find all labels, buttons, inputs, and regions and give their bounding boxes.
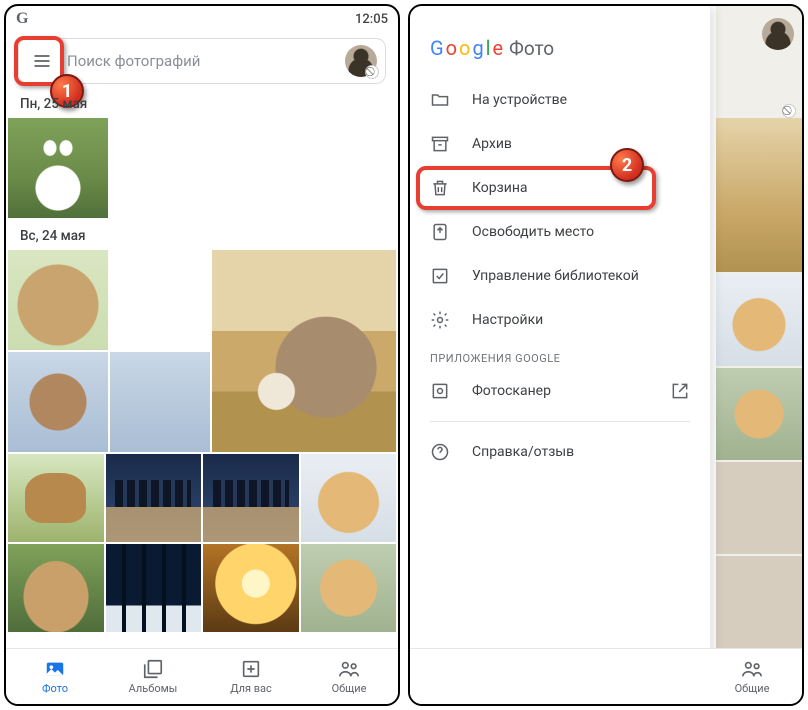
photo-thumbnail[interactable] bbox=[106, 454, 202, 542]
nav-label: Общие bbox=[332, 682, 367, 695]
photo-thumbnail[interactable] bbox=[8, 250, 108, 350]
drawer-item-help[interactable]: Справка/отзыв bbox=[410, 430, 710, 474]
library-icon bbox=[430, 266, 450, 286]
nav-for-you[interactable]: Для вас bbox=[202, 649, 300, 704]
nav-albums[interactable]: Альбомы bbox=[104, 649, 202, 704]
drawer-item-archive[interactable]: Архив bbox=[410, 122, 710, 166]
drawer-brand: Google Фото bbox=[410, 22, 710, 78]
drawer-item-library-management[interactable]: Управление библиотекой bbox=[410, 254, 710, 298]
drawer-item-label: Освободить место bbox=[472, 224, 594, 240]
photo-thumbnail[interactable] bbox=[716, 556, 802, 648]
photo-thumbnail[interactable] bbox=[203, 544, 299, 632]
drawer-item-label: Фотосканер bbox=[472, 383, 551, 399]
callout-badge-2: 2 bbox=[610, 148, 644, 182]
phone-left-main: G 12:05 Поиск фотографий ⃠ 1 Пн, 25 мая … bbox=[4, 4, 400, 706]
nav-label: Альбомы bbox=[129, 682, 178, 695]
date-header: Вс, 24 мая bbox=[6, 218, 398, 250]
sync-off-icon: ⃠ bbox=[365, 65, 379, 79]
drawer-item-label: Архив bbox=[472, 136, 512, 152]
drawer-item-on-device[interactable]: На устройстве bbox=[410, 78, 710, 122]
photo-thumbnail[interactable] bbox=[716, 118, 802, 272]
nav-drawer: Google Фото На устройстве Архив Корзина … bbox=[410, 6, 710, 704]
bottom-nav: Фото Альбомы Для вас Общие bbox=[6, 648, 398, 704]
photo-scroll-area[interactable]: Пн, 25 мая Вс, 24 мая bbox=[6, 86, 398, 648]
folder-icon bbox=[430, 90, 450, 110]
phone-right-drawer: G 12:05 ⃠ Google Фото На устройстве Архи… bbox=[408, 4, 804, 706]
drawer-item-label: Управление библиотекой bbox=[472, 268, 639, 284]
photo-thumbnail[interactable] bbox=[716, 368, 802, 460]
account-avatar-button[interactable]: ⃠ bbox=[762, 18, 794, 116]
nav-shared[interactable]: Общие bbox=[300, 649, 398, 704]
background-peek: ⃠ bbox=[716, 6, 802, 648]
trash-icon bbox=[430, 178, 450, 198]
google-g-icon: G bbox=[16, 10, 28, 28]
avatar-icon bbox=[762, 18, 794, 50]
search-placeholder: Поиск фотографий bbox=[67, 52, 335, 70]
nav-photos[interactable]: Фото bbox=[6, 649, 104, 704]
gear-icon bbox=[430, 310, 450, 330]
external-link-icon bbox=[670, 381, 690, 401]
photo-thumbnail[interactable] bbox=[8, 454, 104, 542]
nav-label: Фото bbox=[42, 682, 68, 695]
nav-shared[interactable]: Общие bbox=[716, 658, 788, 695]
photo-thumbnail[interactable] bbox=[301, 544, 397, 632]
hamburger-menu-button[interactable] bbox=[27, 46, 57, 76]
photo-thumbnail[interactable] bbox=[110, 352, 210, 452]
photo-thumbnail[interactable] bbox=[203, 454, 299, 542]
search-row: Поиск фотографий ⃠ 1 bbox=[6, 32, 398, 90]
photo-thumbnail[interactable] bbox=[716, 274, 802, 366]
drawer-section-label: ПРИЛОЖЕНИЯ GOOGLE bbox=[410, 342, 710, 369]
photo-thumbnail[interactable] bbox=[301, 454, 397, 542]
scanner-icon bbox=[430, 381, 450, 401]
drawer-item-label: Справка/отзыв bbox=[472, 444, 574, 460]
drawer-item-label: Настройки bbox=[472, 312, 543, 328]
status-time: 12:05 bbox=[355, 12, 388, 27]
drawer-brand-suffix: Фото bbox=[509, 37, 554, 60]
photo-thumbnail[interactable] bbox=[8, 352, 108, 452]
photo-thumbnail[interactable] bbox=[716, 462, 802, 554]
free-space-icon bbox=[430, 222, 450, 242]
help-icon bbox=[430, 442, 450, 462]
date-header: Пн, 25 мая bbox=[6, 86, 398, 118]
drawer-item-settings[interactable]: Настройки bbox=[410, 298, 710, 342]
bottom-nav-peek: Общие bbox=[410, 648, 802, 704]
photo-thumbnail[interactable] bbox=[8, 118, 108, 218]
drawer-item-label: На устройстве bbox=[472, 92, 567, 108]
photo-thumbnail[interactable] bbox=[212, 250, 396, 452]
account-avatar-button[interactable]: ⃠ bbox=[345, 45, 377, 77]
drawer-item-label: Корзина bbox=[472, 180, 528, 196]
drawer-item-photoscan[interactable]: Фотосканер bbox=[410, 369, 710, 413]
divider bbox=[430, 421, 690, 422]
status-bar: G 12:05 bbox=[6, 6, 398, 32]
photo-thumbnail[interactable] bbox=[8, 544, 104, 632]
nav-label: Общие bbox=[735, 682, 770, 695]
archive-icon bbox=[430, 134, 450, 154]
nav-label: Для вас bbox=[230, 682, 272, 695]
sync-off-icon: ⃠ bbox=[782, 104, 796, 118]
drawer-item-trash[interactable]: Корзина bbox=[410, 166, 710, 210]
photo-thumbnail[interactable] bbox=[106, 544, 202, 632]
drawer-item-free-up-space[interactable]: Освободить место bbox=[410, 210, 710, 254]
